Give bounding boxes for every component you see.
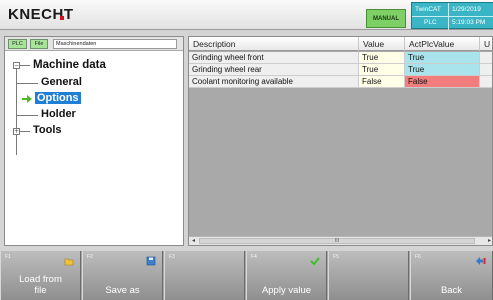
navigation-toolbar: PLC File Maschinendaten (5, 37, 183, 51)
table-header: Description Value ActPlcValue U (189, 37, 492, 51)
knecht-logo: KNECHT (8, 6, 74, 23)
f6-back-button[interactable]: F6 Back (410, 251, 493, 300)
horizontal-scrollbar[interactable]: ◂ III ▸ (189, 236, 492, 245)
column-header-value[interactable]: Value (359, 37, 405, 51)
machine-settings-screen: KNECHT MANUAL TwinCAT PLC 1/29/2019 5:19… (0, 0, 493, 300)
cell-actplcvalue: True (405, 64, 480, 76)
tree-connector (16, 115, 38, 116)
breadcrumb: Maschinendaten (53, 39, 177, 49)
fkey-number: F5 (333, 254, 339, 260)
table-row[interactable]: Coolant monitoring available False False (189, 76, 492, 88)
fkey-label: Save as (105, 285, 140, 296)
navigation-panel: PLC File Maschinendaten − Machine data G… (4, 36, 184, 246)
fkey-number: F1 (5, 254, 11, 260)
cell-description: Grinding wheel rear (189, 64, 359, 76)
tree-connector (20, 131, 30, 132)
f4-apply-value-button[interactable]: F4 Apply value (246, 251, 327, 300)
cell-value[interactable]: True (359, 52, 405, 64)
status-date: 1/29/2019 (452, 6, 481, 13)
plc-filter-button[interactable]: PLC (8, 39, 27, 49)
status-divider (412, 16, 493, 17)
fkey-label: Back (440, 285, 463, 296)
header-bar: KNECHT MANUAL TwinCAT PLC 1/29/2019 5:19… (0, 0, 493, 30)
cell-description: Coolant monitoring available (189, 76, 359, 88)
check-icon (310, 257, 320, 266)
collapse-icon[interactable]: − (13, 62, 20, 69)
cell-value[interactable]: True (359, 64, 405, 76)
table-row[interactable]: Grinding wheel front True True (189, 52, 492, 64)
table-row[interactable]: Grinding wheel rear True True (189, 64, 492, 76)
tree-connector (16, 83, 38, 84)
f5-button[interactable]: F5 (328, 251, 409, 300)
function-key-bar: F1 Load from file F2 Save as F3 F4 Apply… (0, 251, 493, 300)
tree-node-holder[interactable]: Holder (41, 108, 76, 120)
settings-tree: − Machine data General Options Holder + … (5, 53, 183, 243)
scroll-left-icon[interactable]: ◂ (189, 237, 198, 245)
save-icon (146, 256, 156, 266)
cell-unit (480, 64, 492, 76)
plc-status-panel: TwinCAT PLC 1/29/2019 5:19:03 PM (411, 2, 493, 30)
status-time: 5:19:03 PM (452, 19, 486, 26)
plc-label: PLC (424, 19, 437, 26)
system-name: TwinCAT (415, 6, 441, 13)
cell-actplcvalue: False (405, 76, 480, 88)
scroll-right-icon[interactable]: ▸ (485, 237, 492, 245)
options-table: Description Value ActPlcValue U Grinding… (188, 36, 493, 246)
fkey-number: F3 (169, 254, 175, 260)
arrow-right-icon (22, 95, 32, 103)
cell-description: Grinding wheel front (189, 52, 359, 64)
fkey-number: F2 (87, 254, 93, 260)
tree-node-general[interactable]: General (41, 76, 82, 88)
folder-icon (64, 258, 74, 266)
cell-unit (480, 76, 492, 88)
column-header-unit[interactable]: U (480, 37, 492, 51)
fkey-label: Load from file (19, 274, 62, 296)
f1-load-from-file-button[interactable]: F1 Load from file (0, 251, 81, 300)
tree-connector (20, 65, 30, 66)
column-header-actplcvalue[interactable]: ActPlcValue (405, 37, 480, 51)
fkey-label: Apply value (261, 285, 312, 296)
f2-save-as-button[interactable]: F2 Save as (82, 251, 163, 300)
cell-value[interactable]: False (359, 76, 405, 88)
tree-node-machine-data[interactable]: Machine data (33, 59, 106, 71)
scroll-thumb[interactable]: III (199, 238, 475, 244)
cell-actplcvalue: True (405, 52, 480, 64)
tree-node-options[interactable]: Options (35, 92, 81, 104)
expand-icon[interactable]: + (13, 128, 20, 135)
tree-node-tools[interactable]: Tools (33, 124, 62, 136)
logo-accent-dot (60, 16, 64, 20)
tree-connector (16, 69, 17, 155)
mode-badge: MANUAL (366, 9, 406, 28)
fkey-number: F6 (415, 254, 421, 260)
cell-unit (480, 52, 492, 64)
file-filter-button[interactable]: File (30, 39, 48, 49)
f3-button[interactable]: F3 (164, 251, 245, 300)
column-header-description[interactable]: Description (189, 37, 359, 51)
back-arrow-icon (476, 257, 486, 265)
fkey-number: F4 (251, 254, 257, 260)
